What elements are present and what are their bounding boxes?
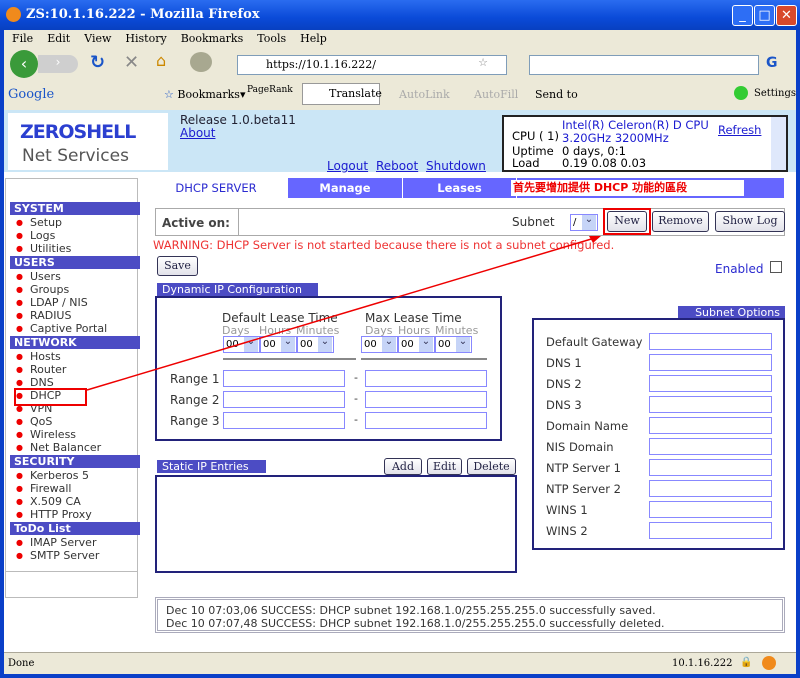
status-bar: Done 10.1.16.222 🔒 [4,652,796,674]
menu-view[interactable]: View [84,32,111,45]
addon-icon[interactable] [190,52,212,72]
star-icon[interactable]: ☆ [478,56,488,69]
lock-icon[interactable]: 🔒 [740,657,752,668]
menu-bar: File Edit View History Bookmarks Tools Help [12,31,341,45]
status-icon [734,86,748,100]
stop-icon[interactable]: ✕ [124,52,139,73]
send-to-button[interactable]: Send to [535,88,578,101]
url-bar[interactable]: https://10.1.16.222/☆ [237,55,507,75]
bookmarks-button[interactable]: ☆ Bookmarks▾ [164,88,245,101]
minimize-button[interactable]: _ [732,5,753,26]
close-button[interactable]: ✕ [776,5,797,26]
title-bar: ZS:10.1.16.222 - Mozilla Firefox [0,0,800,30]
firefox-icon [6,7,21,22]
status-host: 10.1.16.222 [672,658,733,669]
arrow-line [86,236,599,391]
reload-icon[interactable]: ↻ [90,52,105,73]
autolink-button[interactable]: AutoLink [399,88,450,101]
forward-button[interactable]: › [38,55,78,73]
menu-bookmarks[interactable]: Bookmarks [181,32,244,45]
browser-chrome: File Edit View History Bookmarks Tools Help ‹ … [4,30,796,110]
menu-tools[interactable]: Tools [257,32,286,45]
maximize-button[interactable]: □ [754,5,775,26]
status-text: Done [8,658,35,669]
search-input[interactable] [529,55,759,75]
window-title: ZS:10.1.16.222 - Mozilla Firefox [26,7,260,22]
autofill-button[interactable]: AutoFill [474,88,518,101]
home-icon[interactable]: ⌂ [156,51,166,70]
back-button[interactable]: ‹ [10,50,38,78]
star-icon: ☆ [164,88,174,101]
firefox-icon [762,656,776,670]
menu-history[interactable]: History [125,32,166,45]
page-content: ZEROSHELL Net Services Release 1.0.beta1… [4,110,796,652]
annotation-arrow [86,236,601,391]
menu-edit[interactable]: Edit [47,32,70,45]
pagerank: PageRank [247,85,293,95]
translate-button[interactable]: Translate [302,83,382,105]
google-toolbar-logo[interactable]: Google [8,87,54,102]
menu-help[interactable]: Help [300,32,327,45]
settings-button[interactable]: Settings [754,88,796,99]
menu-file[interactable]: File [12,32,33,45]
google-search-icon[interactable]: G [766,55,778,71]
